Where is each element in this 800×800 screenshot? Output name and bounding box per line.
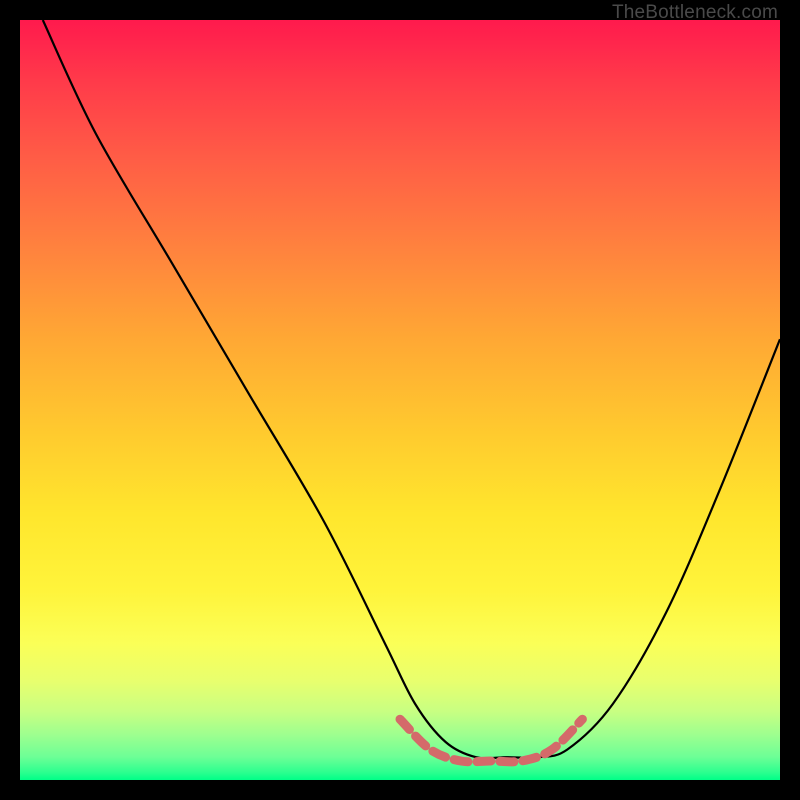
curve-layer xyxy=(20,20,780,780)
bottleneck-curve xyxy=(43,20,780,758)
watermark-text: TheBottleneck.com xyxy=(612,2,778,24)
plot-area xyxy=(20,20,780,780)
chart-container: TheBottleneck.com xyxy=(0,0,800,800)
